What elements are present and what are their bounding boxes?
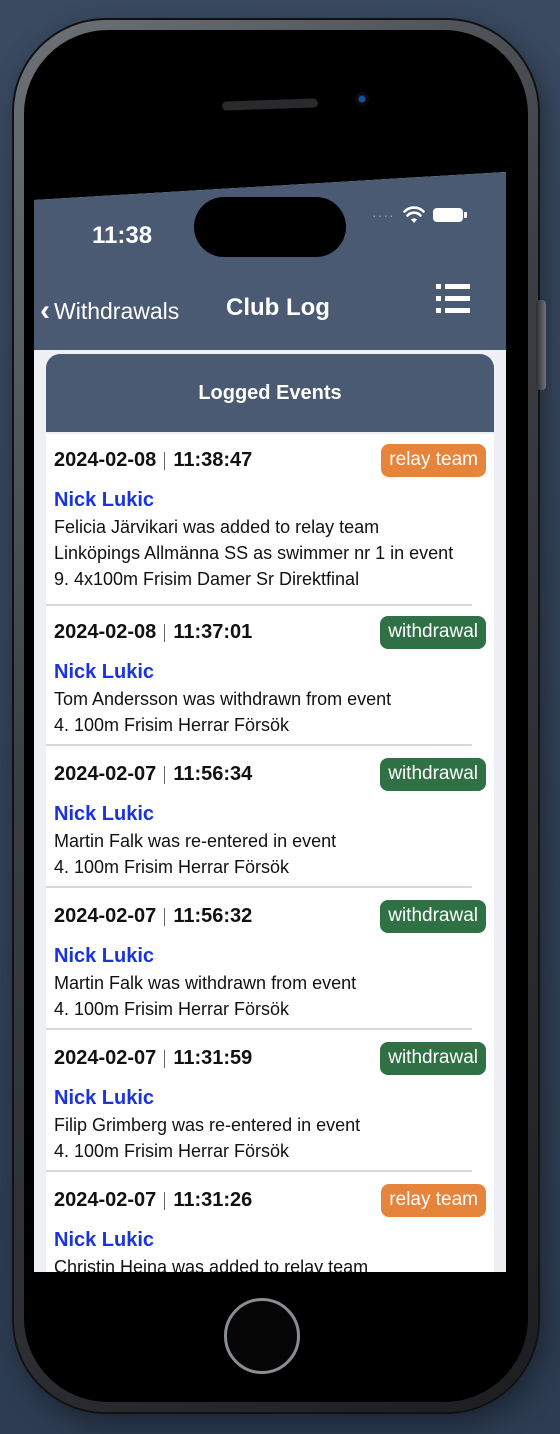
timestamp: 2024-02-07 11:31:59 bbox=[54, 1047, 252, 1070]
divider bbox=[46, 886, 472, 888]
description-line: 9. 4x100m Frisim Damer Sr Direktfinal bbox=[54, 569, 360, 589]
entry-description: Filip Grimberg was re-entered in event 4… bbox=[54, 1112, 486, 1164]
entry-user: Nick Lukic bbox=[54, 803, 155, 825]
log-entry[interactable]: 2024-02-07 11:56:32 withdrawal Nick Lukic… bbox=[46, 900, 494, 1030]
description-line: Linköpings Allmänna SS as swimmer nr 1 i… bbox=[54, 543, 454, 563]
timestamp: 2024-02-07 11:56:34 bbox=[54, 763, 252, 786]
divider bbox=[46, 1170, 472, 1172]
log-entry[interactable]: 2024-02-07 11:31:59 withdrawal Nick Lukic… bbox=[46, 1042, 494, 1172]
entry-description: Felicia Järvikari was added to relay tea… bbox=[54, 514, 486, 592]
entry-description: Christin Heina was added to relay team bbox=[54, 1254, 486, 1272]
description-line: Martin Falk was withdrawn from event bbox=[54, 973, 357, 993]
withdrawal-badge: withdrawal bbox=[380, 758, 486, 791]
log-entry[interactable]: 2024-02-07 11:56:34 withdrawal Nick Lukic… bbox=[46, 758, 494, 888]
entry-time: 11:31:59 bbox=[173, 1047, 253, 1069]
divider bbox=[46, 604, 472, 606]
description-line: 4. 100m Frisim Herrar Försök bbox=[54, 1141, 290, 1161]
page-title: Club Log bbox=[226, 294, 330, 321]
entry-time: 11:38:47 bbox=[173, 449, 253, 471]
entry-time: 11:56:34 bbox=[173, 763, 253, 785]
entry-user: Nick Lukic bbox=[54, 945, 155, 967]
back-button[interactable]: ‹ Withdrawals bbox=[40, 296, 179, 326]
entry-user: Nick Lukic bbox=[54, 1087, 155, 1109]
signal-icon: ···· bbox=[372, 207, 395, 223]
timestamp: 2024-02-07 11:56:32 bbox=[54, 905, 252, 928]
entry-date: 2024-02-07 bbox=[54, 905, 157, 927]
entry-date: 2024-02-07 bbox=[54, 763, 157, 785]
description-line: Christin Heina was added to relay team bbox=[54, 1257, 369, 1272]
relay-team-badge: relay team bbox=[381, 444, 486, 477]
entry-time: 11:56:32 bbox=[173, 905, 253, 927]
dynamic-island bbox=[194, 197, 346, 257]
timestamp: 2024-02-08 11:37:01 bbox=[54, 621, 252, 644]
wifi-icon bbox=[402, 206, 425, 223]
home-button[interactable] bbox=[224, 1298, 300, 1374]
chevron-left-icon: ‹ bbox=[40, 294, 50, 327]
entry-description: Martin Falk was withdrawn from event 4. … bbox=[54, 970, 486, 1022]
relay-team-badge: relay team bbox=[381, 1184, 486, 1217]
entry-description: Tom Andersson was withdrawn from event 4… bbox=[54, 686, 486, 738]
log-entry[interactable]: 2024-02-08 11:37:01 withdrawal Nick Lukic… bbox=[46, 616, 494, 746]
log-list[interactable]: 2024-02-08 11:38:47 relay team Nick Lukic… bbox=[46, 434, 494, 1272]
withdrawal-badge: withdrawal bbox=[380, 900, 486, 933]
status-icons: ···· bbox=[372, 206, 467, 224]
entry-date: 2024-02-07 bbox=[54, 1189, 157, 1211]
battery-icon bbox=[432, 208, 467, 222]
side-button bbox=[536, 300, 546, 390]
timestamp: 2024-02-07 11:31:26 bbox=[54, 1189, 252, 1212]
description-line: 4. 100m Frisim Herrar Försök bbox=[54, 715, 290, 735]
entry-description: Martin Falk was re-entered in event 4. 1… bbox=[54, 828, 486, 880]
top-bar: 11:38 ···· ‹ Withdrawals Club Log bbox=[34, 172, 506, 350]
list-icon[interactable] bbox=[436, 282, 470, 316]
back-label: Withdrawals bbox=[54, 297, 180, 324]
entry-user: Nick Lukic bbox=[54, 489, 155, 511]
log-entry[interactable]: 2024-02-07 11:31:26 relay team Nick Lukic… bbox=[46, 1184, 494, 1272]
withdrawal-badge: withdrawal bbox=[380, 616, 486, 649]
divider bbox=[46, 744, 472, 746]
withdrawal-badge: withdrawal bbox=[380, 1042, 486, 1075]
entry-date: 2024-02-08 bbox=[54, 621, 157, 643]
status-time: 11:38 bbox=[92, 222, 153, 249]
section-header: Logged Events bbox=[46, 354, 494, 432]
description-line: Tom Andersson was withdrawn from event bbox=[54, 689, 392, 709]
front-camera bbox=[355, 92, 369, 106]
description-line: 4. 100m Frisim Herrar Försök bbox=[54, 857, 290, 877]
entry-date: 2024-02-07 bbox=[54, 1047, 157, 1069]
entry-date: 2024-02-08 bbox=[54, 449, 157, 471]
entry-time: 11:37:01 bbox=[173, 621, 253, 643]
entry-user: Nick Lukic bbox=[54, 661, 155, 683]
description-line: Martin Falk was re-entered in event bbox=[54, 831, 337, 851]
divider bbox=[46, 1028, 472, 1030]
description-line: 4. 100m Frisim Herrar Försök bbox=[54, 999, 290, 1019]
description-line: Felicia Järvikari was added to relay tea… bbox=[54, 517, 380, 537]
entry-time: 11:31:26 bbox=[173, 1189, 253, 1211]
screen: 11:38 ···· ‹ Withdrawals Club Log Logged… bbox=[34, 172, 506, 1272]
log-entry[interactable]: 2024-02-08 11:38:47 relay team Nick Lukic… bbox=[46, 444, 494, 606]
timestamp: 2024-02-08 11:38:47 bbox=[54, 449, 252, 472]
description-line: Filip Grimberg was re-entered in event bbox=[54, 1115, 361, 1135]
entry-user: Nick Lukic bbox=[54, 1229, 155, 1251]
